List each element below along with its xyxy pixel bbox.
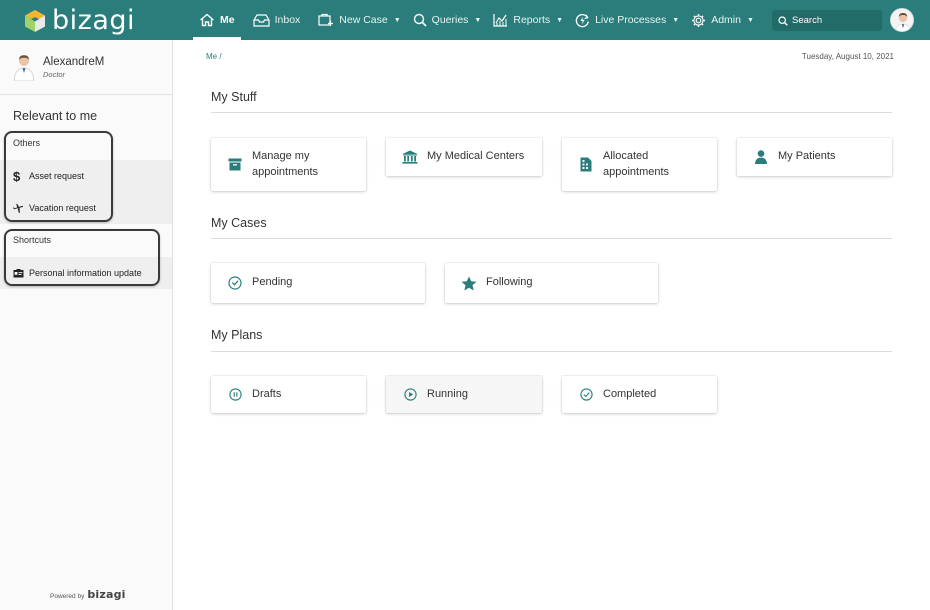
sidebar: AlexandreM Doctor Relevant to me Others …	[0, 40, 173, 610]
nav-live-processes-label: Live Processes	[595, 14, 667, 26]
top-navigation-bar: bizagi Me Inbox New Case ▼ Queries ▼ Rep…	[0, 0, 930, 40]
card-my-patients[interactable]: My Patients	[737, 138, 892, 176]
sidebar-item-label: Asset request	[29, 171, 85, 181]
nav-reports-label: Reports	[513, 14, 551, 26]
search-placeholder: Search	[792, 15, 823, 26]
id-card-icon	[13, 268, 24, 277]
clock-icon	[227, 276, 243, 290]
nav-live-processes[interactable]: Live Processes ▼	[569, 0, 685, 40]
section-title-my-stuff: My Stuff	[211, 90, 257, 104]
nav-queries-label: Queries	[431, 14, 469, 26]
chevron-down-icon: ▼	[393, 16, 401, 24]
nav-me[interactable]: Me	[193, 0, 241, 40]
gear-icon	[692, 13, 706, 27]
section-title-my-plans: My Plans	[211, 328, 263, 342]
breadcrumb[interactable]: Me /	[206, 52, 222, 61]
nav-new-case-label: New Case	[339, 14, 388, 26]
card-label: Following	[486, 276, 533, 289]
archive-box-icon	[227, 158, 243, 171]
card-label: Drafts	[252, 387, 282, 400]
card-label-line-1: Allocated	[603, 149, 649, 162]
section-title-my-cases: My Cases	[211, 216, 267, 230]
dollar-icon: $	[13, 168, 21, 184]
card-label-line-2: appointments	[603, 165, 670, 178]
nav-me-label: Me	[220, 14, 235, 26]
others-label: Others	[13, 138, 41, 148]
section-divider	[211, 238, 892, 239]
nav-queries[interactable]: Queries ▼	[407, 0, 488, 40]
avatar[interactable]	[890, 8, 914, 32]
card-completed[interactable]: Completed	[562, 376, 717, 413]
airplane-icon	[13, 203, 24, 213]
nav-new-case[interactable]: New Case ▼	[312, 0, 406, 40]
inbox-icon	[252, 13, 270, 27]
user-icon	[753, 150, 769, 164]
card-pending[interactable]: Pending	[211, 263, 425, 303]
search-icon	[413, 13, 427, 27]
powered-by-bizagi: Powered by bizagi	[50, 588, 126, 601]
relevant-title: Relevant to me	[13, 109, 98, 123]
card-medical-centers[interactable]: My Medical Centers	[386, 138, 542, 176]
user-role: Doctor	[43, 70, 66, 79]
nav-inbox[interactable]: Inbox	[247, 0, 307, 40]
search-icon	[778, 15, 788, 26]
live-processes-icon	[575, 13, 590, 27]
chevron-down-icon: ▼	[556, 16, 564, 24]
logo-text: bizagi	[52, 4, 135, 36]
search-input[interactable]: Search	[772, 10, 882, 31]
card-following[interactable]: Following	[445, 263, 658, 303]
card-label: Allocated appointments	[603, 149, 669, 181]
section-divider	[211, 351, 892, 352]
card-manage-appointments[interactable]: Manage my appointments	[211, 138, 366, 191]
chevron-down-icon: ▼	[672, 16, 680, 24]
chevron-down-icon: ▼	[474, 16, 482, 24]
new-case-icon	[318, 13, 334, 26]
card-allocated-appointments[interactable]: Allocated appointments	[562, 138, 717, 191]
nav-inbox-label: Inbox	[274, 14, 301, 26]
bizagi-logo[interactable]: bizagi	[24, 4, 135, 36]
card-label: My Medical Centers	[427, 150, 525, 163]
home-icon	[200, 13, 214, 27]
card-drafts[interactable]: Drafts	[211, 376, 366, 413]
user-name: AlexandreM	[43, 56, 105, 68]
current-date: Tuesday, August 10, 2021	[801, 52, 894, 61]
powered-by-text: Powered by	[50, 593, 85, 600]
sidebar-item-asset-request[interactable]: $ Asset request	[0, 160, 172, 192]
card-label: Running	[427, 387, 468, 400]
sidebar-item-vacation-request[interactable]: Vacation request	[0, 192, 172, 224]
chevron-down-icon: ▼	[746, 16, 754, 24]
nav-admin-label: Admin	[711, 14, 741, 26]
card-label-line-2: appointments	[252, 165, 319, 178]
check-circle-icon	[578, 388, 594, 401]
card-label-line-1: Manage my	[252, 149, 310, 162]
sidebar-item-label: Personal information update	[29, 268, 142, 278]
card-label: My Patients	[778, 150, 836, 163]
powered-by-logo: bizagi	[87, 588, 126, 601]
pause-circle-icon	[227, 388, 243, 401]
nav-reports[interactable]: Reports ▼	[487, 0, 569, 40]
card-label: Manage my appointments	[252, 149, 318, 181]
reports-chart-icon	[493, 14, 508, 27]
avatar	[12, 53, 36, 82]
sidebar-item-label: Vacation request	[29, 203, 96, 213]
card-label: Pending	[252, 276, 293, 289]
star-icon	[461, 276, 477, 291]
institution-icon	[402, 150, 418, 164]
card-label: Completed	[603, 387, 657, 400]
nav-admin[interactable]: Admin ▼	[685, 0, 760, 40]
main-nav: Me Inbox New Case ▼ Queries ▼ Reports ▼ …	[193, 0, 760, 40]
bizagi-logo-icon	[24, 9, 46, 32]
user-profile[interactable]: AlexandreM Doctor	[0, 40, 172, 95]
section-divider	[211, 112, 892, 113]
play-circle-icon	[402, 388, 418, 401]
card-running[interactable]: Running	[386, 376, 542, 413]
shortcuts-label: Shortcuts	[13, 235, 52, 245]
sidebar-item-personal-information-update[interactable]: Personal information update	[0, 257, 172, 289]
building-icon	[578, 157, 594, 172]
